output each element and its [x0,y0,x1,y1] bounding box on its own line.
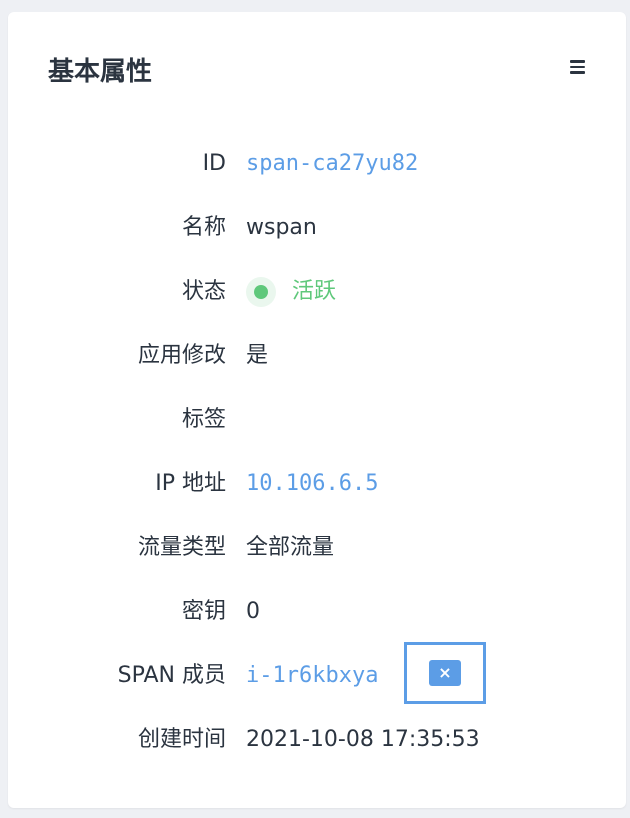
property-value: 2021-10-08 17:35:53 [246,727,480,752]
property-row-tags: 标签 [8,400,626,440]
property-value: 全部流量 [246,535,335,560]
property-row-key: 密钥 0 [8,592,626,632]
hamburger-menu-icon[interactable] [564,56,590,78]
status-indicator-icon [246,277,276,307]
property-label: 流量类型 [137,535,226,560]
property-row-ip-address: IP 地址 10.106.6.5 [8,464,626,504]
property-label: ID [202,151,226,176]
close-icon[interactable]: × [429,660,461,686]
status-text: 活跃 [292,279,337,304]
property-row-status: 状态 活跃 [8,272,626,312]
property-label: 创建时间 [137,727,226,752]
property-label: 名称 [181,215,226,240]
ip-address-link[interactable]: 10.106.6.5 [246,464,378,504]
span-member-link[interactable]: i-1r6kbxya [246,656,378,696]
property-label: SPAN 成员 [117,663,226,688]
property-row-id: ID span-ca27yu82 [8,144,626,184]
property-label: 应用修改 [137,343,226,368]
property-value: 0 [246,599,260,624]
property-value: wspan [246,215,317,240]
span-id-link[interactable]: span-ca27yu82 [246,144,418,184]
property-label: IP 地址 [155,471,226,496]
property-row-apply-changes: 应用修改 是 [8,336,626,376]
remove-member-button[interactable]: × [404,642,486,704]
property-label: 密钥 [181,599,226,624]
property-row-traffic-type: 流量类型 全部流量 [8,528,626,568]
property-value: 是 [246,343,269,368]
card-title: 基本属性 [48,57,153,87]
property-label: 状态 [181,279,226,304]
property-row-created-time: 创建时间 2021-10-08 17:35:53 [8,720,626,760]
basic-properties-card: 基本属性 ID span-ca27yu82 名称 wspan 状态 活跃 应用修… [8,12,626,808]
property-row-name: 名称 wspan [8,208,626,248]
property-label: 标签 [181,407,226,432]
property-row-span-members: SPAN 成员 i-1r6kbxya [8,656,626,696]
